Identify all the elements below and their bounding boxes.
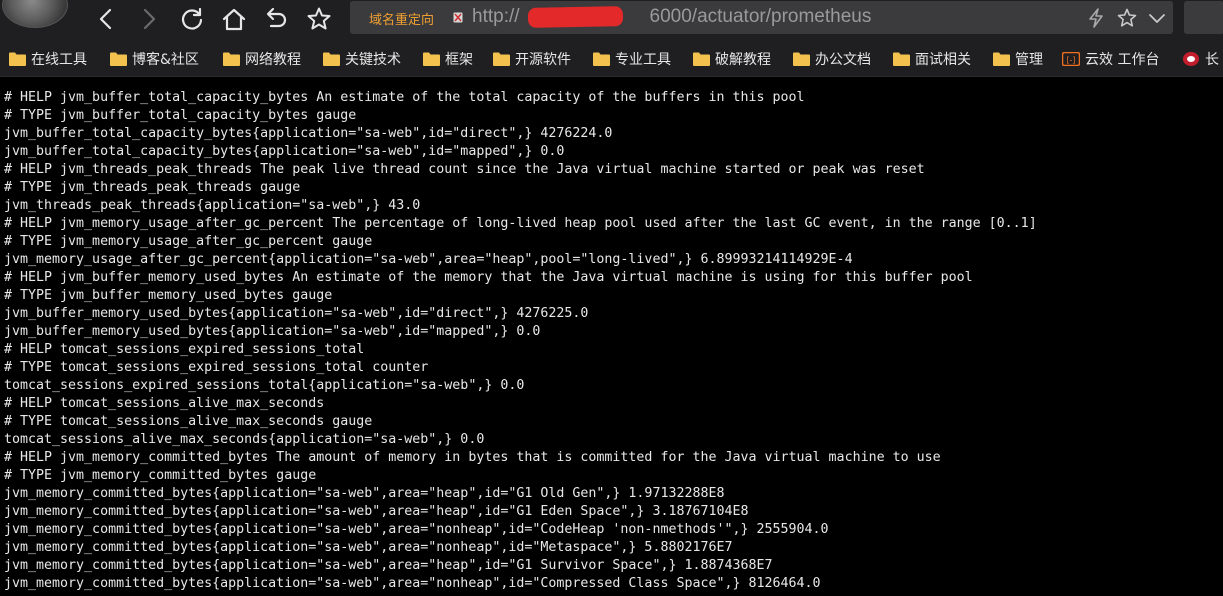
bookmark-label: 博客&社区 [132, 52, 199, 68]
bookmark-label: 开源软件 [515, 52, 571, 68]
redaction-mark [527, 6, 624, 28]
folder-icon [993, 52, 1010, 66]
bookmark-folder-network-tutorials[interactable]: 网络教程 [223, 48, 301, 70]
url-dropdown-button[interactable] [1146, 7, 1168, 29]
folder-icon [323, 52, 340, 66]
metric-line: # HELP tomcat_sessions_expired_sessions_… [4, 342, 365, 357]
metric-line: tomcat_sessions_alive_max_seconds{applic… [4, 432, 485, 447]
metric-line: jvm_memory_committed_bytes{application="… [4, 504, 749, 519]
bookmark-label: 在线工具 [31, 52, 87, 68]
bookmark-label: 管理 [1015, 52, 1043, 68]
star-outline-icon [1117, 8, 1137, 27]
metric-line: jvm_threads_peak_threads{application="sa… [4, 198, 421, 213]
svg-text:[-]: [-] [1066, 56, 1075, 65]
chevron-down-icon [1149, 14, 1165, 23]
metric-line: # HELP jvm_threads_peak_threads The peak… [4, 162, 925, 177]
address-bar[interactable]: 域名重定向 http:// 6000/actuator/prometheus [350, 1, 1173, 34]
undo-icon [266, 7, 287, 28]
star-icon [307, 7, 331, 30]
folder-icon [793, 52, 810, 66]
folder-icon [9, 52, 26, 66]
redirect-tag[interactable]: 域名重定向 [369, 9, 434, 28]
bookmark-folder-online-tools[interactable]: 在线工具 [9, 48, 87, 70]
browser-toolbar: 域名重定向 http:// 6000/actuator/prometheus [0, 0, 1223, 40]
home-button[interactable] [218, 3, 250, 35]
metric-line: # TYPE jvm_threads_peak_threads gauge [4, 180, 301, 195]
bookmark-folder-management[interactable]: 管理 [993, 48, 1043, 70]
lightning-icon [1089, 8, 1103, 28]
metric-line: jvm_memory_committed_bytes{application="… [4, 576, 821, 591]
bookmark-folder-interview[interactable]: 面试相关 [893, 48, 971, 70]
bookmark-folder-blog-community[interactable]: 博客&社区 [110, 48, 199, 70]
yunxiao-icon: [-] [1062, 52, 1080, 66]
bookmark-folder-open-source[interactable]: 开源软件 [493, 48, 571, 70]
bookmark-label: 办公文档 [815, 52, 871, 68]
page-content: # HELP jvm_buffer_total_capacity_bytes A… [0, 77, 1223, 596]
bookmark-label: 长 [1205, 52, 1219, 68]
bookmark-folder-key-tech[interactable]: 关键技术 [323, 48, 401, 70]
folder-icon [593, 52, 610, 66]
url-suffix: 6000/actuator/prometheus [649, 6, 872, 27]
bookmark-folder-frameworks[interactable]: 框架 [423, 48, 473, 70]
metric-line: # HELP jvm_memory_usage_after_gc_percent… [4, 216, 1037, 231]
metric-line: jvm_buffer_memory_used_bytes{application… [4, 324, 541, 339]
metric-line: jvm_memory_committed_bytes{application="… [4, 540, 733, 555]
metric-line: # HELP jvm_memory_committed_bytes The am… [4, 450, 941, 465]
site-icon [1183, 52, 1199, 66]
metric-line: # HELP jvm_buffer_memory_used_bytes An e… [4, 270, 973, 285]
home-icon [222, 8, 246, 31]
bookmark-label: 专业工具 [615, 52, 671, 68]
metric-line: # TYPE jvm_memory_usage_after_gc_percent… [4, 234, 373, 249]
metric-line: # TYPE jvm_buffer_memory_used_bytes gaug… [4, 288, 333, 303]
bookmark-label: 面试相关 [915, 52, 971, 68]
bookmark-label: 网络教程 [245, 52, 301, 68]
folder-icon [693, 52, 710, 66]
extension-button[interactable] [1184, 1, 1223, 34]
bookmark-label: 关键技术 [345, 52, 401, 68]
bookmark-star-button[interactable] [303, 3, 335, 35]
metric-line: # TYPE jvm_buffer_total_capacity_bytes g… [4, 108, 357, 123]
bookmark-folder-pro-tools[interactable]: 专业工具 [593, 48, 671, 70]
metric-line: jvm_memory_committed_bytes{application="… [4, 486, 725, 501]
metric-line: tomcat_sessions_expired_sessions_total{a… [4, 378, 525, 393]
insecure-icon[interactable] [453, 12, 463, 23]
metric-line: jvm_memory_usage_after_gc_percent{applic… [4, 252, 853, 267]
bookmark-more[interactable]: 长 [1182, 48, 1219, 70]
reload-icon [181, 7, 203, 30]
metric-line: jvm_memory_committed_bytes{application="… [4, 558, 773, 573]
bookmark-folder-crack-tutorials[interactable]: 破解教程 [693, 48, 771, 70]
metric-line: # HELP jvm_buffer_total_capacity_bytes A… [4, 90, 805, 105]
folder-icon [110, 52, 127, 66]
forward-icon [143, 8, 156, 30]
back-button[interactable] [90, 3, 122, 35]
metric-line: # HELP tomcat_sessions_alive_max_seconds [4, 396, 325, 411]
profile-avatar[interactable] [2, 0, 68, 28]
bookmark-label: 破解教程 [715, 52, 771, 68]
undo-button[interactable] [260, 3, 292, 35]
lightning-button[interactable] [1085, 7, 1107, 29]
bookmark-label: 框架 [445, 52, 473, 68]
metric-line: # TYPE tomcat_sessions_alive_max_seconds… [4, 414, 373, 429]
bookmark-folder-office-docs[interactable]: 办公文档 [793, 48, 871, 70]
folder-icon [493, 52, 510, 66]
metric-line: jvm_buffer_total_capacity_bytes{applicat… [4, 126, 613, 141]
folder-icon [893, 52, 910, 66]
bookmark-yunxiao-workbench[interactable]: [-] 云效 工作台 [1062, 48, 1159, 70]
favorite-button[interactable] [1116, 7, 1138, 29]
folder-icon [423, 52, 440, 66]
metric-line: # TYPE jvm_memory_committed_bytes gauge [4, 468, 317, 483]
forward-button[interactable] [133, 3, 165, 35]
folder-icon [223, 52, 240, 66]
metric-line: jvm_buffer_memory_used_bytes{application… [4, 306, 589, 321]
metric-line: jvm_memory_committed_bytes{application="… [4, 522, 829, 537]
metric-line: # TYPE tomcat_sessions_expired_sessions_… [4, 360, 429, 375]
reload-button[interactable] [176, 3, 208, 35]
url-prefix: http:// [472, 6, 520, 27]
bookmark-label: 云效 工作台 [1085, 52, 1160, 68]
back-icon [99, 8, 112, 30]
metric-line: jvm_buffer_total_capacity_bytes{applicat… [4, 144, 565, 159]
bookmarks-bar: 在线工具 博客&社区 网络教程 关键技术 框架 开源软件 专业工具 破解教程 办… [0, 40, 1223, 77]
